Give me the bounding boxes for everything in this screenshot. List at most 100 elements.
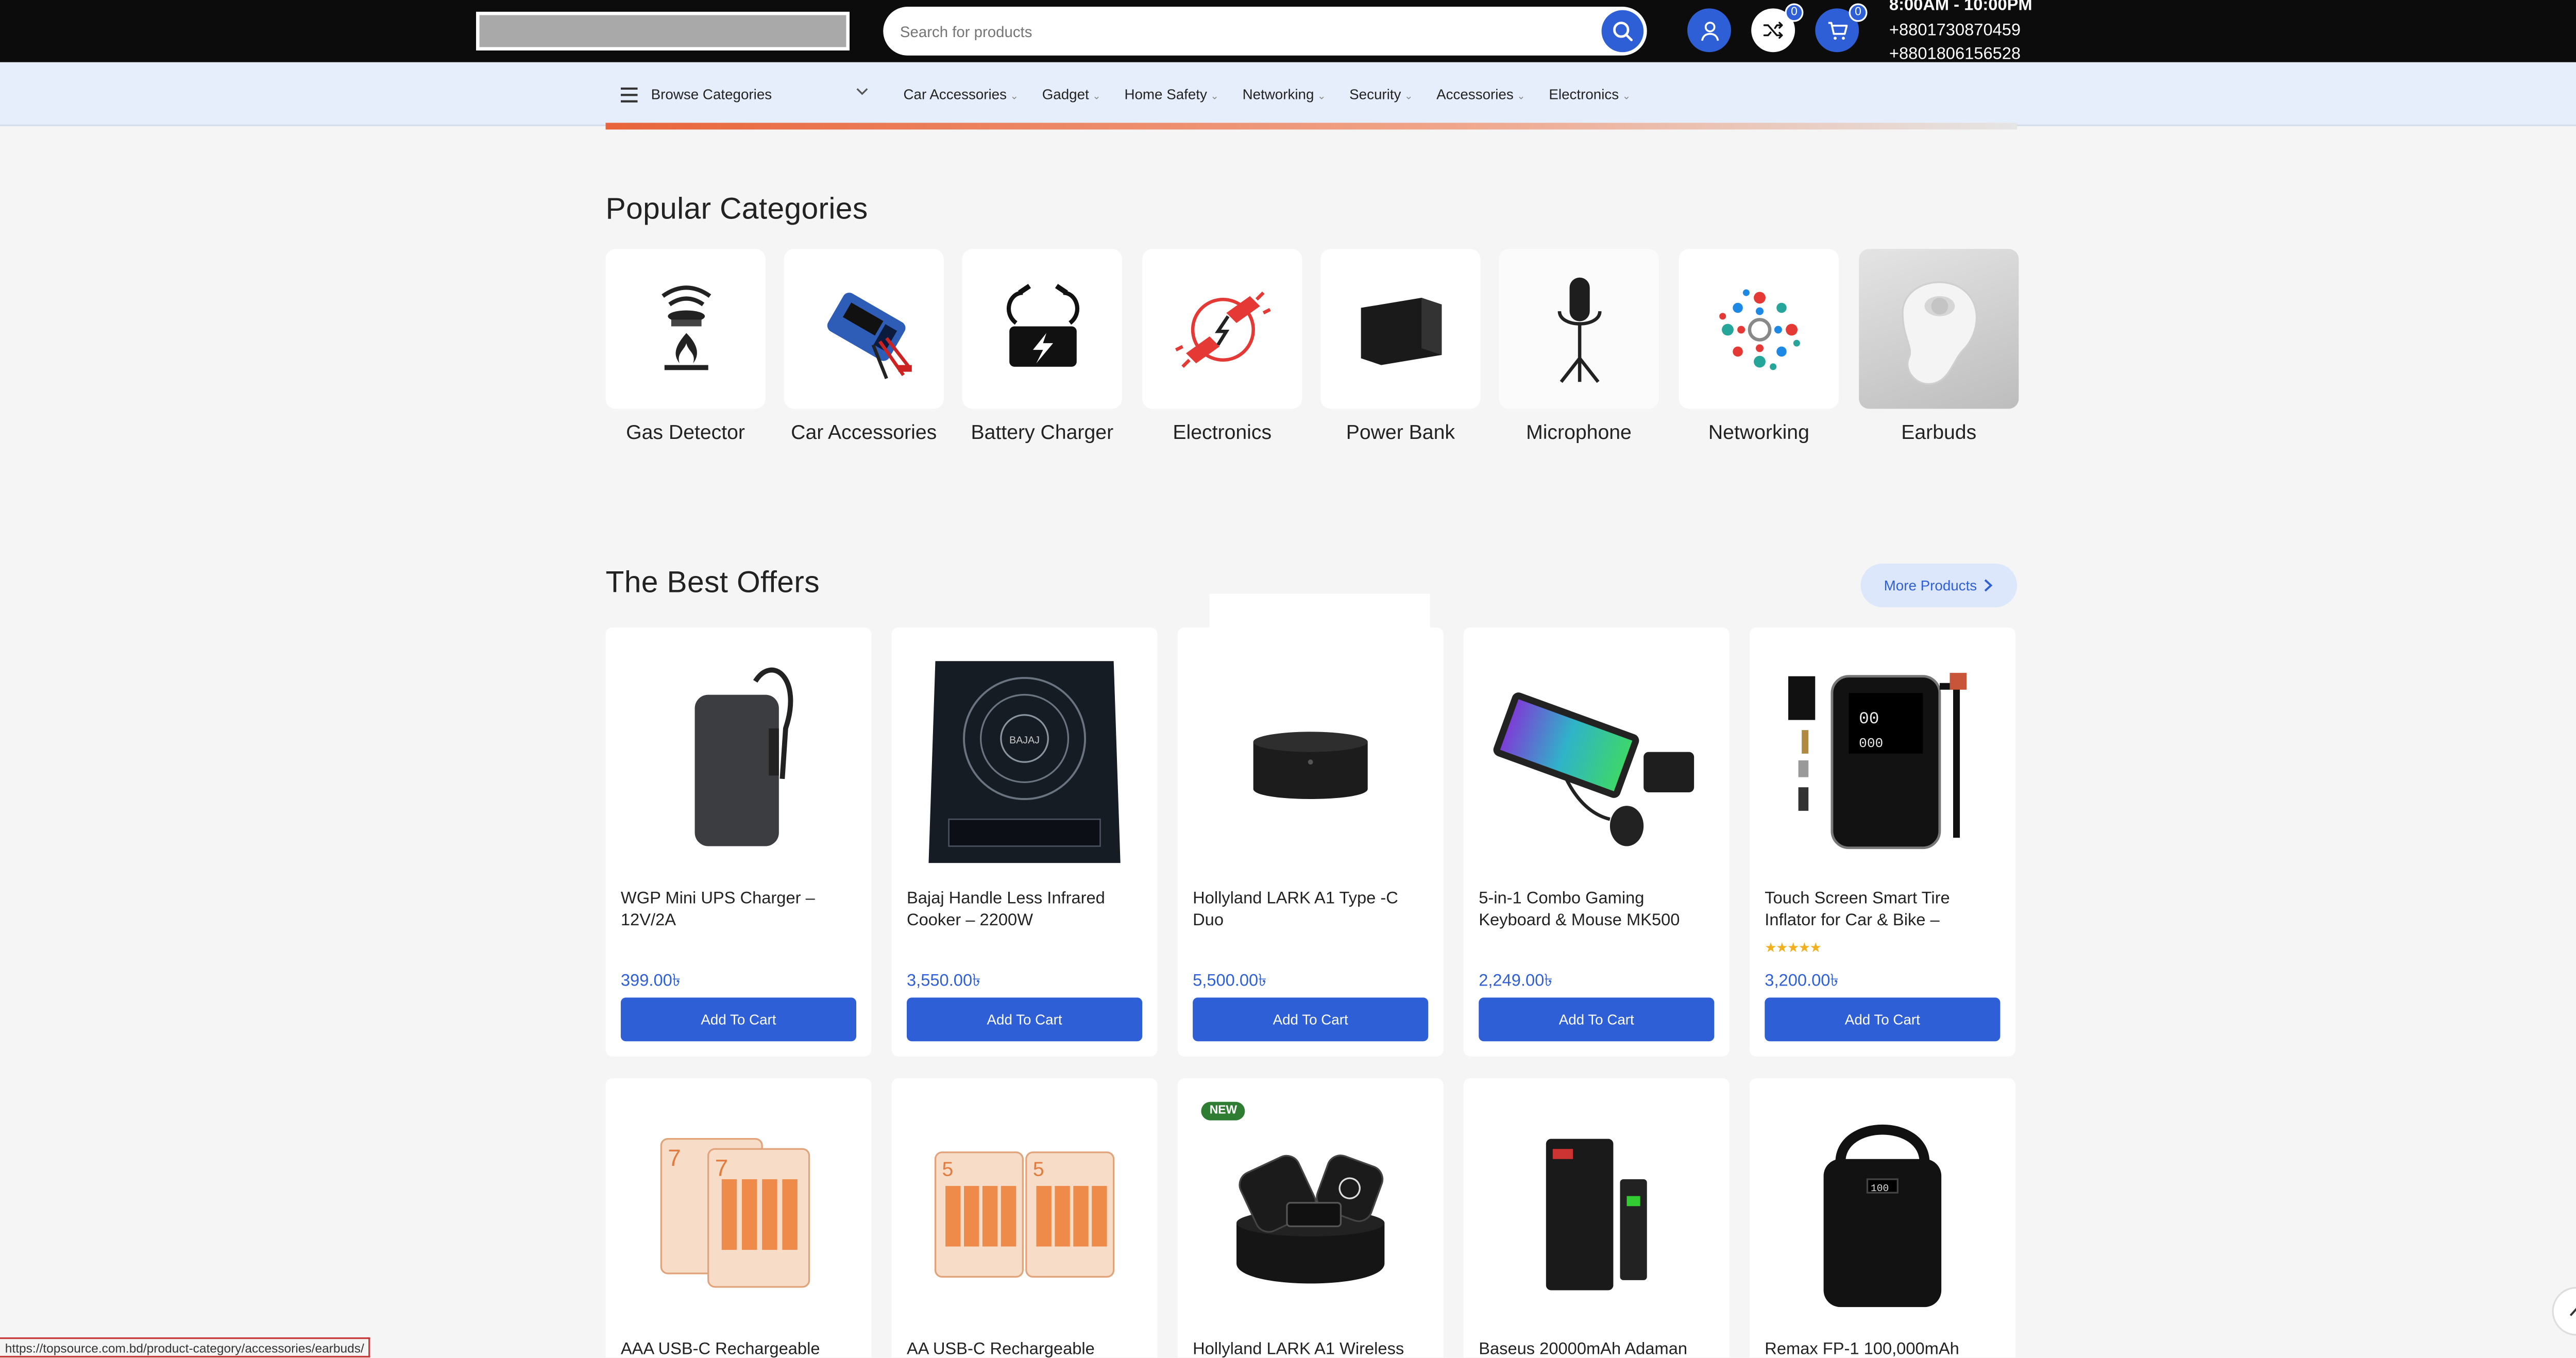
- product-card[interactable]: 5-in-1 Combo Gaming Keyboard & Mouse MK5…: [1463, 627, 1730, 1057]
- product-title[interactable]: Baseus 20000mAh Adaman: [1479, 1339, 1714, 1357]
- category-label: Microphone: [1526, 420, 1632, 445]
- category-tile[interactable]: [1859, 249, 2019, 409]
- category-label: Power Bank: [1346, 420, 1455, 445]
- category-electronics[interactable]: Electronics: [1142, 249, 1302, 447]
- chevron-down-icon: [856, 88, 868, 95]
- site-logo[interactable]: [476, 11, 850, 50]
- category-car-accessories[interactable]: Car Accessories: [784, 249, 944, 447]
- svg-text:BAJAJ: BAJAJ: [1009, 735, 1040, 746]
- chevron-up-icon: [2569, 1306, 2576, 1316]
- product-title[interactable]: Hollyland LARK A1 Type -C Duo: [1193, 888, 1428, 932]
- aa-batteries-image: 55: [934, 1151, 1115, 1278]
- category-battery-charger[interactable]: Battery Charger: [962, 249, 1122, 447]
- product-title[interactable]: Touch Screen Smart Tire Inflator for Car…: [1765, 888, 2000, 932]
- product-card[interactable]: 100 Remax FP-1 100,000mAh: [1749, 1078, 2015, 1358]
- product-image[interactable]: [1178, 1095, 1444, 1331]
- browse-categories-dropdown[interactable]: Browse Categories: [606, 62, 884, 126]
- product-title[interactable]: AAA USB-C Rechargeable: [621, 1339, 856, 1357]
- more-products-button[interactable]: More Products: [1860, 563, 2018, 607]
- category-label: Battery Charger: [971, 420, 1114, 445]
- product-image[interactable]: 100: [1750, 1095, 2015, 1331]
- nav-link-home-safety[interactable]: Home Safety ⌄: [1124, 86, 1218, 103]
- nav-link-electronics[interactable]: Electronics ⌄: [1549, 86, 1631, 103]
- back-to-top-button[interactable]: [2552, 1286, 2576, 1336]
- compare-count-badge: 0: [1785, 3, 1804, 22]
- category-tile[interactable]: [784, 249, 944, 409]
- lark-case-image: [1253, 732, 1368, 800]
- add-to-cart-button[interactable]: Add To Cart: [906, 997, 1143, 1042]
- product-card[interactable]: 77 AAA USB-C Rechargeable: [605, 1078, 872, 1358]
- cart-icon: [1827, 21, 1847, 39]
- chevron-right-icon: [1985, 579, 1993, 592]
- product-image[interactable]: 00 000: [1750, 644, 2015, 880]
- add-to-cart-button[interactable]: Add To Cart: [1193, 997, 1429, 1042]
- network-nodes-icon: [1718, 288, 1800, 369]
- product-card[interactable]: 00 000 Touch Screen Smart Tire Inflator f…: [1749, 627, 2015, 1057]
- caret-icon: ⌄: [1517, 92, 1526, 103]
- nav-link-accessories[interactable]: Accessories ⌄: [1436, 86, 1526, 103]
- product-image[interactable]: [1464, 644, 1730, 880]
- category-tile[interactable]: [1142, 249, 1302, 409]
- search-input[interactable]: [900, 16, 1573, 46]
- category-label: Gas Detector: [626, 420, 745, 445]
- shuffle-icon: [1763, 22, 1783, 39]
- category-label: Electronics: [1173, 420, 1272, 445]
- add-to-cart-button[interactable]: Add To Cart: [1765, 997, 2001, 1042]
- product-image[interactable]: [606, 644, 872, 880]
- add-to-cart-button[interactable]: Add To Cart: [1479, 997, 1715, 1042]
- product-card[interactable]: WGP Mini UPS Charger – 12V/2A 399.00৳ Ad…: [605, 627, 872, 1057]
- product-title[interactable]: WGP Mini UPS Charger – 12V/2A: [621, 888, 856, 932]
- product-card[interactable]: 55 AA USB-C Rechargeable: [891, 1078, 1158, 1358]
- product-image[interactable]: BAJAJ: [892, 644, 1158, 880]
- search-icon: [1613, 22, 1633, 42]
- product-image[interactable]: [1464, 1095, 1730, 1331]
- product-title[interactable]: Remax FP-1 100,000mAh: [1765, 1339, 2000, 1357]
- product-price: 5,500.00৳: [1193, 972, 1267, 991]
- nav-link-gadget[interactable]: Gadget ⌄: [1042, 86, 1101, 103]
- browse-categories-label: Browse Categories: [651, 86, 772, 103]
- search-button[interactable]: [1601, 10, 1644, 53]
- category-gas-detector[interactable]: Gas Detector: [605, 249, 766, 447]
- category-earbuds[interactable]: Earbuds: [1859, 249, 2019, 447]
- category-tile[interactable]: [1499, 249, 1659, 409]
- cart-button[interactable]: 0: [1815, 3, 1868, 53]
- nav-link-security[interactable]: Security ⌄: [1349, 86, 1413, 103]
- product-image[interactable]: 55: [892, 1095, 1158, 1331]
- product-title[interactable]: 5-in-1 Combo Gaming Keyboard & Mouse MK5…: [1479, 888, 1714, 932]
- category-label: Networking: [1708, 420, 1809, 445]
- category-tile[interactable]: [962, 249, 1122, 409]
- nav-link-label: Gadget: [1042, 86, 1089, 103]
- svg-text:7: 7: [668, 1145, 681, 1171]
- best-offers-title: The Best Offers: [605, 565, 820, 599]
- product-title[interactable]: Bajaj Handle Less Infrared Cooker – 2200…: [907, 888, 1142, 932]
- category-microphone[interactable]: Microphone: [1499, 249, 1659, 447]
- compare-button[interactable]: 0: [1751, 3, 1804, 53]
- svg-text:7: 7: [715, 1155, 728, 1181]
- product-card[interactable]: BAJAJ Bajaj Handle Less Infrared Cooker …: [891, 627, 1158, 1057]
- jump-starter-icon: [826, 292, 911, 379]
- product-image[interactable]: [1178, 644, 1444, 880]
- category-tile[interactable]: [1320, 249, 1481, 409]
- product-card[interactable]: Hollyland LARK A1 Type -C Duo 5,500.00৳ …: [1177, 627, 1444, 1057]
- nav-link-label: Accessories: [1436, 86, 1514, 103]
- nav-link-label: Home Safety: [1124, 86, 1207, 103]
- nav-link-networking[interactable]: Networking ⌄: [1243, 86, 1326, 103]
- product-title[interactable]: AA USB-C Rechargeable: [907, 1339, 1142, 1357]
- nav-link-label: Networking: [1242, 86, 1314, 103]
- category-tile[interactable]: [1679, 249, 1839, 409]
- category-networking[interactable]: Networking: [1679, 249, 1839, 447]
- account-button[interactable]: [1687, 8, 1731, 53]
- infrared-cooker-image: BAJAJ: [928, 661, 1121, 863]
- nav-link-car-accessories[interactable]: Car Accessories ⌄: [903, 86, 1019, 103]
- cart-count-badge: 0: [1849, 3, 1868, 22]
- product-card[interactable]: NEW Hollyland LARK A1 Wireless: [1177, 1078, 1444, 1358]
- product-title[interactable]: Hollyland LARK A1 Wireless: [1193, 1339, 1428, 1357]
- category-power-bank[interactable]: Power Bank: [1320, 249, 1481, 447]
- product-image[interactable]: 77: [606, 1095, 872, 1331]
- product-card[interactable]: Baseus 20000mAh Adaman: [1463, 1078, 1730, 1358]
- add-to-cart-button[interactable]: Add To Cart: [620, 997, 857, 1042]
- phone-number-1[interactable]: +8801730870459: [1889, 20, 2032, 44]
- electronics-plug-icon: [1174, 291, 1270, 367]
- category-tile[interactable]: [605, 249, 766, 409]
- earbud-icon: [1901, 280, 1977, 384]
